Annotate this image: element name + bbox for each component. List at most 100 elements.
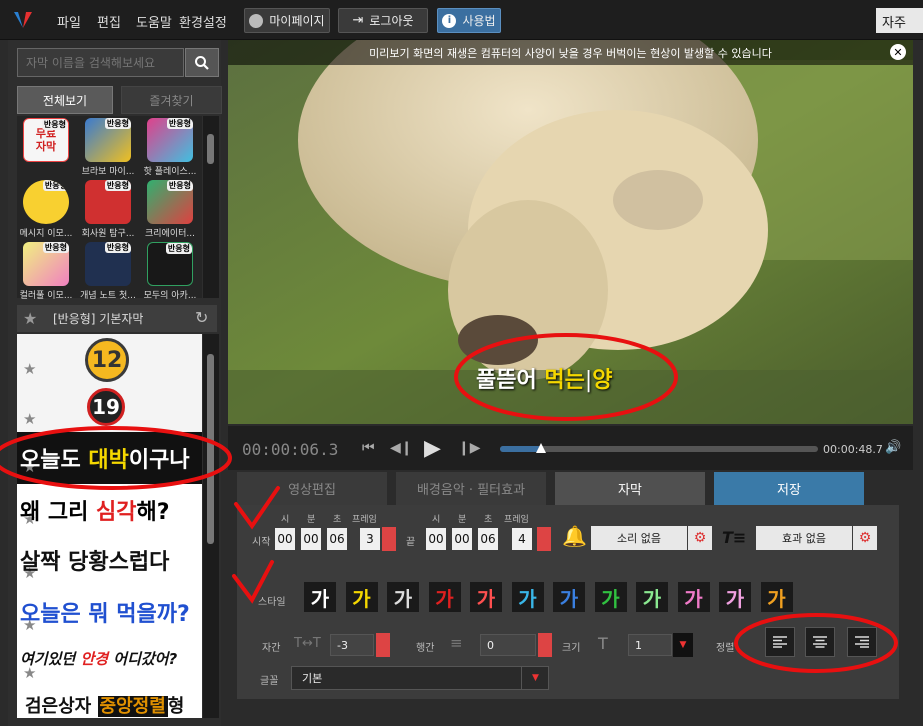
list-item[interactable]: ★ 오늘은 뭐 먹을까? — [17, 588, 202, 640]
star-icon[interactable]: ★ — [23, 360, 39, 378]
search-button[interactable] — [185, 48, 219, 77]
tab-favorites[interactable]: 즐겨찾기 — [121, 86, 222, 114]
template-item[interactable]: 반응형 브라보 마이... — [79, 118, 137, 177]
end-frame[interactable]: 4 — [512, 528, 532, 550]
end-hour[interactable]: 00 — [426, 528, 446, 550]
style-swatch[interactable]: 가 — [719, 582, 751, 612]
volume-icon[interactable]: 🔊 — [885, 440, 901, 455]
style-swatch[interactable]: 가 — [760, 582, 793, 612]
template-item[interactable]: 반응형 핫 플레이스... — [141, 118, 199, 177]
gear-icon[interactable]: ⚙ — [853, 526, 877, 550]
refresh-icon[interactable]: ↻ — [195, 308, 208, 327]
chevron-down-icon[interactable]: ▼ — [521, 666, 549, 690]
step-back-icon[interactable]: ◀❙ — [390, 440, 413, 456]
section-header: ★ [반응형] 기본자막 ↻ — [17, 305, 217, 332]
close-icon[interactable]: ✕ — [890, 44, 906, 60]
line-spacing-stepper[interactable] — [538, 633, 552, 657]
size-input[interactable]: 1 — [628, 634, 672, 656]
star-icon[interactable]: ★ — [23, 410, 39, 428]
end-minute[interactable]: 00 — [452, 528, 472, 550]
menu-edit[interactable]: 편집 — [97, 12, 121, 31]
menu-file[interactable]: 파일 — [57, 12, 81, 31]
list-item[interactable]: ★ 여기있던 안경 어디갔어? — [17, 636, 202, 688]
tab-all[interactable]: 전체보기 — [17, 86, 113, 114]
progress-track[interactable] — [500, 446, 818, 452]
start-hour[interactable]: 00 — [275, 528, 295, 550]
align-right-icon — [855, 636, 869, 648]
font-label: 글꼴 — [260, 676, 279, 687]
style-swatch[interactable]: 가 — [304, 582, 336, 612]
template-item[interactable]: 반응형 모두의 아카... — [141, 242, 199, 301]
tab-video-edit[interactable]: 영상편집 — [237, 472, 387, 505]
style-swatch[interactable]: 가 — [636, 582, 668, 612]
style-label: 스타일 — [258, 597, 286, 608]
style-swatch[interactable]: 가 — [387, 582, 419, 612]
info-icon: i — [442, 13, 457, 28]
template-item[interactable]: 반응형 회사원 탐구... — [79, 180, 137, 239]
list-item[interactable]: ★ 오늘도 대박이구나 — [17, 432, 202, 484]
star-icon[interactable]: ★ — [23, 309, 37, 328]
style-swatch[interactable]: 가 — [470, 582, 502, 612]
step-forward-icon[interactable]: ❙▶ — [458, 440, 481, 456]
list-item[interactable]: 검은상자 중앙정렬 형 — [17, 684, 202, 718]
template-item[interactable]: 반응형 무료자막 — [17, 118, 75, 164]
tab-subtitle[interactable]: 자막 — [555, 472, 705, 505]
progress-handle[interactable] — [536, 443, 547, 453]
start-frame-stepper[interactable] — [382, 527, 396, 551]
line-spacing-label: 행간 — [416, 643, 435, 654]
style-list-scrollbar[interactable] — [203, 334, 219, 718]
progress-fill — [500, 446, 542, 452]
tab-save[interactable]: 저장 — [714, 472, 864, 505]
logout-button[interactable]: ⇥ 로그아웃 — [338, 8, 428, 33]
usage-button[interactable]: i 사용법 — [437, 8, 501, 33]
end-label: 끝 — [406, 537, 416, 548]
list-item[interactable]: ★ 왜 그리 심각해? — [17, 484, 202, 536]
size-dropdown[interactable]: ▼ — [673, 633, 693, 657]
style-swatch[interactable]: 가 — [511, 582, 544, 612]
usage-label: 사용법 — [462, 14, 496, 28]
list-item[interactable]: ★ 12 — [17, 334, 202, 386]
template-item[interactable]: 반응형 컬러풀 이모... — [17, 242, 75, 301]
style-swatch[interactable]: 가 — [594, 582, 627, 612]
style-swatch[interactable]: 가 — [553, 582, 585, 612]
style-swatch[interactable]: 가 — [345, 582, 378, 612]
gear-icon[interactable]: ⚙ — [688, 526, 712, 550]
end-second[interactable]: 06 — [478, 528, 498, 550]
search-input[interactable] — [17, 48, 184, 77]
sound-button[interactable]: 소리 없음 — [591, 526, 687, 550]
mypage-button[interactable]: 마이페이지 — [244, 8, 330, 33]
list-item[interactable]: ★ 살짝 당황스럽다 — [17, 536, 202, 588]
template-item[interactable]: 반응형 개념 노트 첫... — [79, 242, 137, 301]
font-select[interactable]: 기본 — [291, 666, 549, 690]
grid-scrollbar[interactable] — [203, 116, 219, 298]
template-item[interactable]: 반응형 메시지 이모... — [17, 180, 75, 239]
list-item[interactable]: ★ 19 — [17, 382, 202, 434]
line-spacing-input[interactable]: 0 — [480, 634, 536, 656]
skip-start-icon[interactable]: ⏮ — [362, 440, 375, 456]
play-icon[interactable]: ▶ — [424, 436, 441, 461]
end-frame-stepper[interactable] — [537, 527, 551, 551]
style-swatch[interactable]: 가 — [428, 582, 461, 612]
line-spacing-icon: ≡ — [450, 634, 463, 652]
logout-label: 로그아웃 — [369, 14, 414, 28]
effect-button[interactable]: 효과 없음 — [756, 526, 852, 550]
menu-settings[interactable]: 환경설정 — [179, 12, 227, 31]
letter-spacing-stepper[interactable] — [376, 633, 390, 657]
frequent-tab[interactable]: 자주 — [876, 8, 923, 33]
letter-spacing-input[interactable]: -3 — [330, 634, 374, 656]
style-swatch[interactable]: 가 — [677, 582, 710, 612]
bell-icon: 🔔 — [562, 524, 587, 548]
preview-subtitle[interactable]: 풀뜯어 먹는|양 — [476, 362, 613, 394]
template-thumb: 반응형 무료자막 — [23, 118, 69, 162]
start-minute[interactable]: 00 — [301, 528, 321, 550]
start-frame[interactable]: 3 — [360, 528, 380, 550]
template-item[interactable]: 반응형 크리에이터... — [141, 180, 199, 239]
align-left-button[interactable] — [765, 627, 795, 657]
tab-music-filter[interactable]: 배경음악 · 필터효과 — [396, 472, 546, 505]
align-right-button[interactable] — [847, 627, 877, 657]
size-label: 크기 — [562, 643, 581, 654]
start-second[interactable]: 06 — [327, 528, 347, 550]
align-center-button[interactable] — [805, 627, 835, 657]
menu-help[interactable]: 도움말 — [136, 12, 172, 31]
app-logo-icon — [14, 12, 32, 28]
